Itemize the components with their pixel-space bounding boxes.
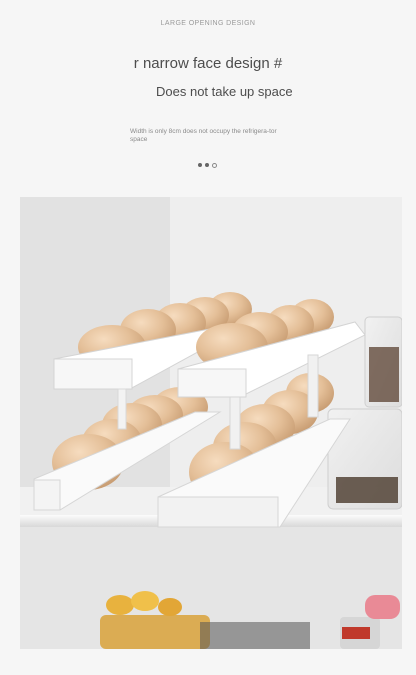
pagination-dot-1[interactable]	[198, 163, 202, 167]
description: Width is only 8cm does not occupy the re…	[130, 128, 277, 143]
pagination-dot-3[interactable]	[212, 163, 217, 168]
snack-pack	[100, 615, 210, 649]
subhead: Does not take up space	[156, 84, 293, 99]
pagination-dot-2[interactable]	[205, 163, 209, 167]
pink-container	[365, 595, 400, 619]
egg-rack-illustration	[20, 197, 402, 649]
headline: r narrow face design #	[133, 55, 283, 72]
section-caption: LARGE OPENING DESIGN	[160, 20, 256, 27]
product-photo	[20, 197, 402, 649]
pagination-dots[interactable]	[198, 163, 217, 168]
